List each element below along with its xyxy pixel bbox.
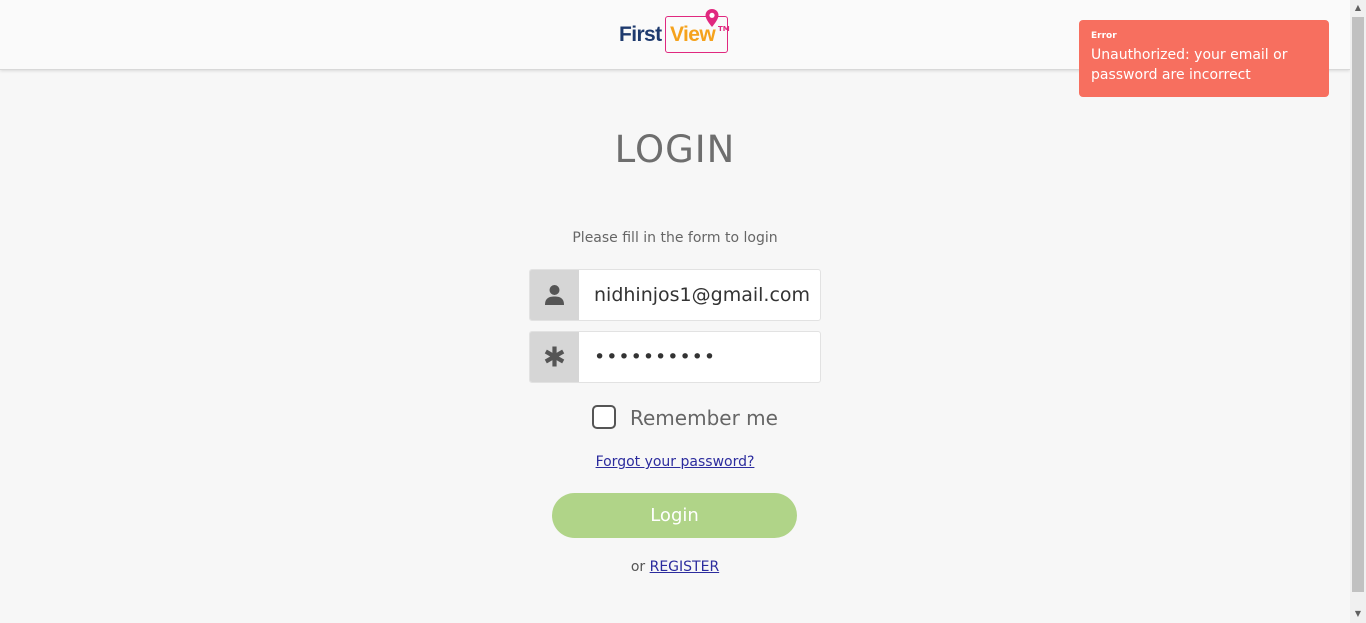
register-link[interactable]: REGISTER: [650, 559, 720, 575]
user-icon: [545, 285, 564, 305]
toast-title: Error: [1091, 31, 1117, 41]
email-field: [529, 269, 821, 321]
vertical-scrollbar[interactable]: ▲ ▼: [1350, 0, 1366, 623]
remember-me-label[interactable]: Remember me: [630, 405, 778, 431]
scroll-up-arrow-icon[interactable]: ▲: [1350, 0, 1366, 16]
scroll-thumb[interactable]: [1352, 17, 1364, 592]
register-row: or REGISTER: [0, 559, 1350, 575]
email-addon: [530, 270, 579, 320]
register-prefix: or: [630, 559, 646, 575]
logo-text-first: First: [619, 23, 662, 46]
forgot-password-link[interactable]: Forgot your password?: [596, 454, 755, 470]
map-pin-icon: [705, 9, 719, 27]
error-toast[interactable]: Error Unauthorized: your email or passwo…: [1079, 20, 1329, 97]
firstview-logo[interactable]: First View TM: [618, 9, 732, 55]
forgot-password: Forgot your password?: [0, 454, 1350, 470]
logo-trademark: TM: [718, 25, 730, 33]
login-subtitle: Please fill in the form to login: [572, 230, 778, 246]
toast-message: Unauthorized: your email or password are…: [1091, 47, 1288, 83]
remember-me-checkbox[interactable]: [592, 405, 616, 429]
login-button[interactable]: Login: [552, 493, 797, 538]
scroll-down-arrow-icon[interactable]: ▼: [1350, 606, 1366, 622]
page-title: LOGIN: [614, 128, 736, 171]
password-addon: [530, 332, 579, 382]
password-input[interactable]: [579, 332, 820, 382]
password-field: [529, 331, 821, 383]
asterisk-icon: [544, 346, 565, 367]
email-input[interactable]: [579, 270, 820, 320]
